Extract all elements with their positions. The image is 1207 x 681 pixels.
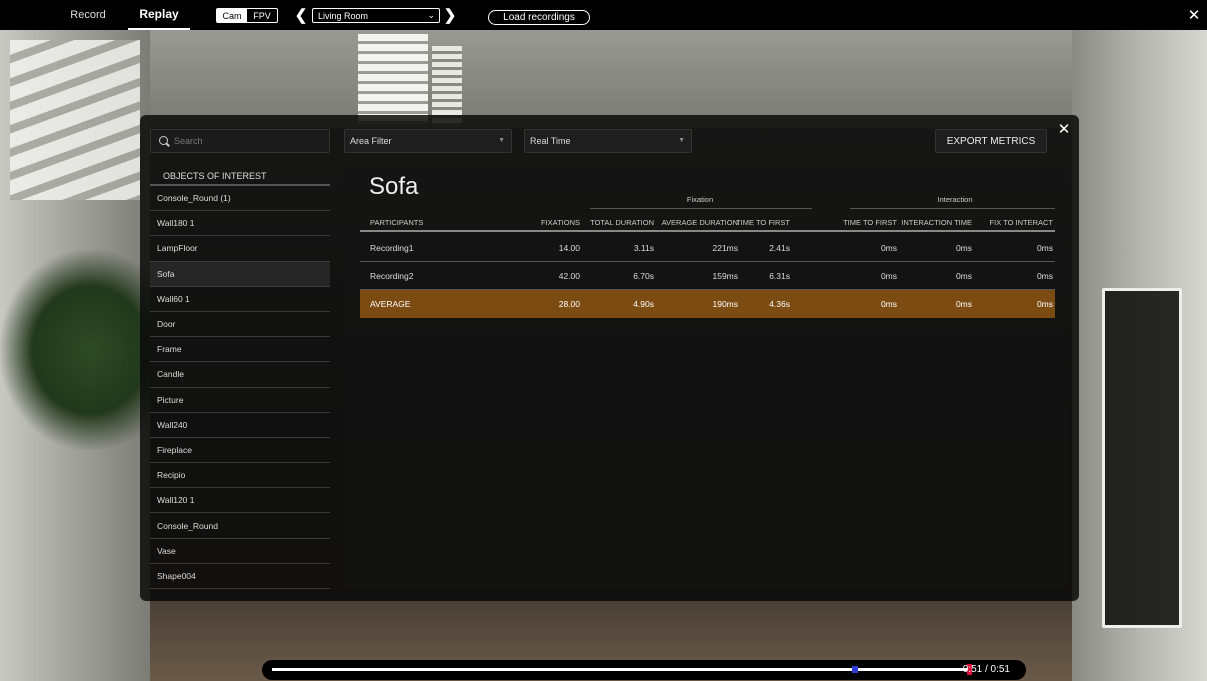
metrics-content: Sofa Fixation Interaction PARTICIPANTS F…: [345, 168, 1067, 588]
cell-fixations: 28.00: [558, 299, 580, 309]
cell-fix-to-interact: 0ms: [1036, 243, 1053, 253]
cell-time-to-first: 2.41s: [769, 243, 790, 253]
view-option-fpv[interactable]: FPV: [247, 9, 277, 22]
cell-interaction-time-to-first: 0ms: [880, 243, 897, 253]
cell-average-duration: 159ms: [712, 271, 738, 281]
column-time-to-first: TIME TO FIRST: [736, 218, 790, 227]
app-close-icon[interactable]: ✕: [1187, 8, 1201, 23]
view-toggle: Cam FPV: [216, 8, 278, 23]
column-interaction-time-to-first: TIME TO FIRST: [843, 218, 897, 227]
search-box: [150, 129, 330, 153]
search-icon: [159, 135, 170, 147]
column-interaction-time: INTERACTION TIME: [901, 218, 972, 227]
cell-interaction-time: 0ms: [955, 299, 972, 309]
time-mode-dropdown[interactable]: Real Time ▼: [524, 129, 692, 153]
cell-total-duration: 6.70s: [633, 271, 654, 281]
previous-room-icon[interactable]: ❮: [294, 6, 308, 24]
time-mode-value: Real Time: [530, 136, 571, 146]
list-item[interactable]: Wall240: [150, 413, 330, 438]
chevron-down-icon: ▼: [498, 137, 505, 144]
view-option-cam[interactable]: Cam: [217, 9, 247, 22]
cell-interaction-time-to-first: 0ms: [880, 299, 897, 309]
cell-time-to-first: 6.31s: [769, 271, 790, 281]
list-item-selected[interactable]: Sofa: [150, 261, 330, 287]
tab-record[interactable]: Record: [52, 0, 124, 30]
cell-participant: Recording2: [370, 271, 414, 281]
timeline-progress: [272, 668, 969, 671]
fixation-group-label: Fixation: [686, 195, 714, 204]
playback-timeline: 0:51 / 0:51: [262, 660, 1026, 680]
list-item[interactable]: Wall60 1: [150, 287, 330, 312]
metrics-panel: ✕ Area Filter ▼ Real Time ▼ EXPORT METRI…: [140, 115, 1079, 601]
column-participants: PARTICIPANTS: [370, 218, 424, 227]
list-item[interactable]: Recipio: [150, 463, 330, 489]
scene-back-wall: [150, 28, 1072, 128]
search-input[interactable]: [174, 136, 324, 146]
time-readout: 0:51 / 0:51: [962, 664, 1010, 675]
cell-average-duration: 190ms: [712, 299, 738, 309]
cell-participant: Recording1: [370, 243, 414, 253]
cell-total-duration: 4.90s: [633, 299, 654, 309]
list-item[interactable]: Door: [150, 312, 330, 338]
cell-fix-to-interact: 0ms: [1036, 299, 1053, 309]
room-select[interactable]: Living Room ⌄: [312, 8, 440, 23]
list-item[interactable]: Fireplace: [150, 438, 330, 464]
scene-plant: [0, 250, 150, 450]
table-row[interactable]: Recording1 14.00 3.11s 221ms 2.41s 0ms 0…: [360, 234, 1055, 262]
scene-window-shutter-small: [432, 46, 462, 126]
interaction-group-divider: [850, 208, 1055, 209]
tab-replay[interactable]: Replay: [128, 0, 190, 30]
list-item[interactable]: Candle: [150, 362, 330, 388]
list-item[interactable]: Picture: [150, 388, 330, 413]
scene-window-shutter: [358, 34, 428, 124]
chevron-down-icon: ⌄: [427, 10, 435, 20]
timeline-event-marker[interactable]: [851, 666, 858, 673]
cell-fix-to-interact: 0ms: [1036, 271, 1053, 281]
load-recordings-button[interactable]: Load recordings: [488, 10, 590, 25]
cell-fixations: 42.00: [558, 271, 580, 281]
interaction-group-label: Interaction: [937, 195, 973, 204]
list-item[interactable]: Vase: [150, 539, 330, 564]
chevron-down-icon: ▼: [678, 137, 685, 144]
list-item[interactable]: Wall120 1: [150, 488, 330, 514]
list-item[interactable]: LampFloor: [150, 236, 330, 262]
list-item[interactable]: Console_Round: [150, 513, 330, 539]
top-bar: Record Replay Cam FPV ❮ Living Room ⌄ ❯ …: [0, 0, 1207, 30]
cell-interaction-time: 0ms: [955, 243, 972, 253]
column-fix-to-interact: FIX TO INTERACT: [989, 218, 1053, 227]
cell-total-duration: 3.11s: [633, 243, 654, 253]
cell-participant: AVERAGE: [370, 299, 411, 309]
scene-right-wall: [1072, 28, 1207, 681]
timeline-track[interactable]: [272, 668, 969, 671]
list-item[interactable]: Frame: [150, 337, 330, 363]
area-filter-dropdown[interactable]: Area Filter ▼: [344, 129, 512, 153]
column-total-duration: TOTAL DURATION: [590, 218, 654, 227]
scene-wall-panel: [1102, 288, 1182, 628]
cell-interaction-time: 0ms: [955, 271, 972, 281]
room-select-value: Living Room: [318, 10, 369, 21]
table-row-average[interactable]: AVERAGE 28.00 4.90s 190ms 4.36s 0ms 0ms …: [360, 290, 1055, 318]
column-fixations: FIXATIONS: [540, 218, 580, 227]
objects-list-header: OBJECTS OF INTEREST: [150, 168, 330, 186]
cell-time-to-first: 4.36s: [769, 299, 790, 309]
cell-average-duration: 221ms: [712, 243, 738, 253]
object-title: Sofa: [369, 173, 419, 200]
cell-fixations: 14.00: [558, 243, 580, 253]
export-metrics-button[interactable]: EXPORT METRICS: [935, 129, 1047, 153]
area-filter-value: Area Filter: [350, 136, 392, 146]
scene-left-window: [10, 40, 140, 200]
table-row[interactable]: Recording2 42.00 6.70s 159ms 6.31s 0ms 0…: [360, 262, 1055, 290]
cell-interaction-time-to-first: 0ms: [880, 271, 897, 281]
list-item[interactable]: Shape004: [150, 564, 330, 589]
objects-list: OBJECTS OF INTEREST Console_Round (1) Wa…: [150, 168, 330, 589]
list-item[interactable]: Wall180 1: [150, 211, 330, 237]
panel-close-icon[interactable]: ✕: [1057, 122, 1071, 137]
column-average-duration: AVERAGE DURATION: [661, 218, 738, 227]
list-item[interactable]: Console_Round (1): [150, 186, 330, 212]
next-room-icon[interactable]: ❯: [443, 6, 457, 24]
fixation-group-divider: [590, 208, 812, 209]
metrics-table-header: PARTICIPANTS FIXATIONS TOTAL DURATION AV…: [360, 212, 1055, 232]
